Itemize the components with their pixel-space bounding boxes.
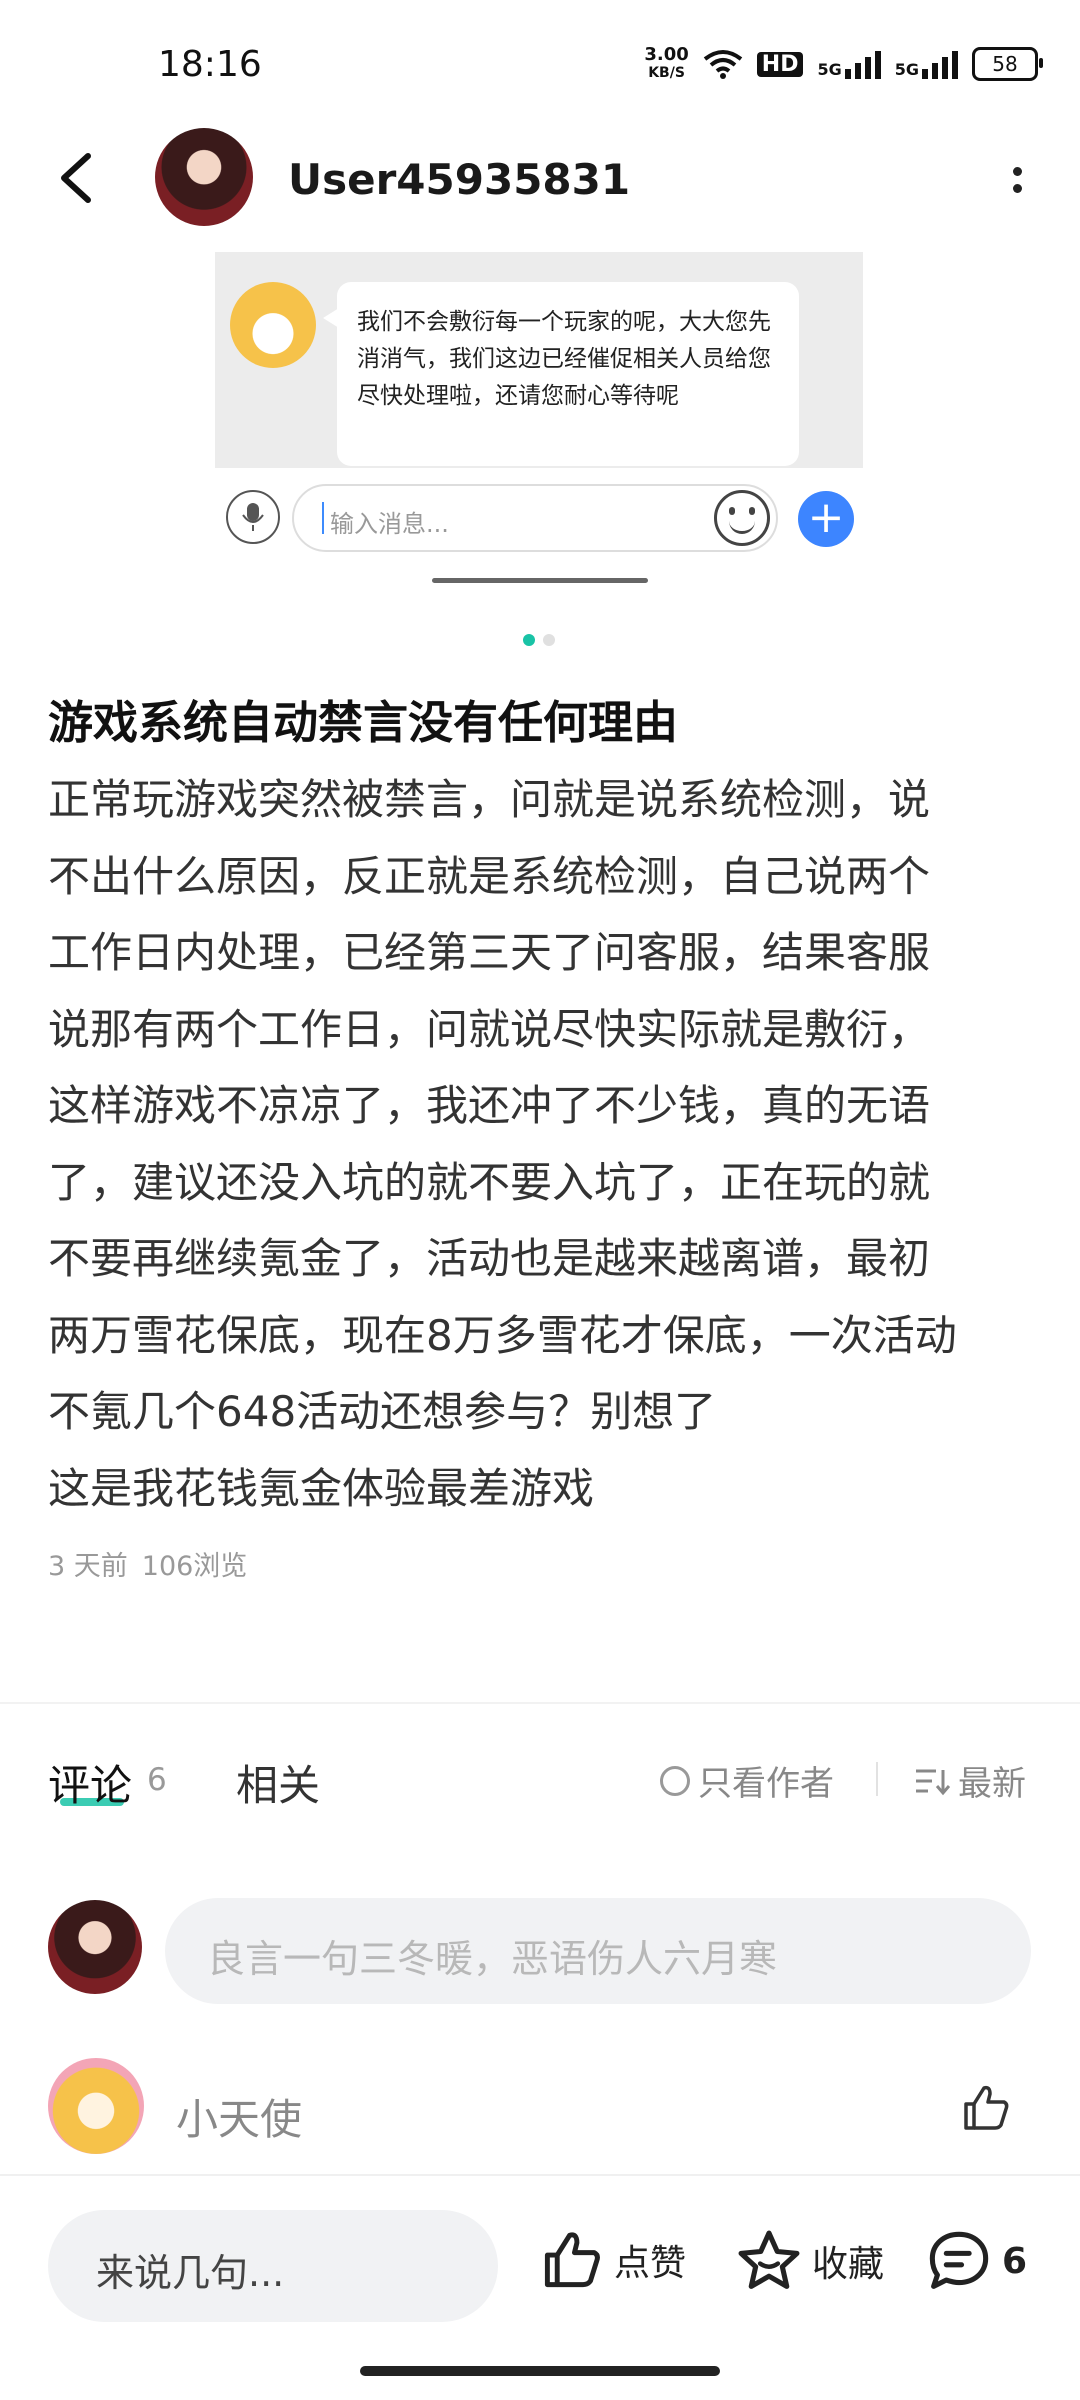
commenter-avatar[interactable] [48, 2058, 144, 2154]
battery-icon: 58 [972, 47, 1043, 81]
post-body-line: 这是我花钱氪金体验最差游戏 [48, 1463, 595, 1513]
microphone-icon [226, 490, 280, 544]
comment-input[interactable]: 良言一句三冬暖，恶语伤人六月寒 [165, 1898, 1031, 2004]
wifi-icon [703, 50, 743, 79]
signal-2-icon: 5G [895, 49, 958, 79]
image-message-input: 输入消息... [292, 484, 778, 552]
comment-count: 6 [1002, 2240, 1028, 2282]
sort-label: 最新 [958, 1764, 1026, 1804]
thumbs-up-icon [964, 2085, 1009, 2130]
signal-2-label: 5G [894, 60, 919, 79]
star-icon [738, 2230, 800, 2289]
more-dot-icon [1012, 167, 1022, 176]
author-only-toggle[interactable]: 只看作者 [660, 1756, 834, 1805]
quick-reply-input[interactable]: 来说几句... [48, 2210, 498, 2322]
network-speed-unit: KB/S [648, 65, 685, 81]
post-title: 游戏系统自动禁言没有任何理由 [48, 696, 679, 749]
carousel-dot [543, 634, 555, 646]
post-meta: 3 天前 106浏览 [48, 1544, 247, 1583]
section-divider [0, 1702, 1080, 1704]
hd-badge: HD [756, 51, 804, 77]
post-body: 正常玩游戏突然被禁言，问就是说系统检测，说 不出什么原因，反正就是系统检测，自己… [48, 762, 1038, 1527]
comments-count: 6 [147, 1762, 167, 1798]
sort-button[interactable]: 最新 [914, 1756, 1026, 1805]
signal-1-label: 5G [817, 60, 842, 79]
sort-icon [916, 1769, 950, 1795]
network-speed: 3.00 KB/S [644, 46, 688, 82]
post-body-line: 不氪几个648活动还想参与？别想了 [48, 1387, 717, 1436]
back-button[interactable] [50, 148, 110, 208]
commenter-name[interactable]: 小天使 [176, 2086, 302, 2147]
post-body-line: 说那有两个工作日，问就说尽快实际就是敷衍， [48, 1004, 931, 1054]
status-time: 18:16 [158, 44, 262, 85]
more-options-button[interactable] [1002, 150, 1032, 210]
carousel-dot-active [523, 634, 535, 646]
author-username[interactable]: User45935831 [288, 155, 630, 204]
thumbs-up-icon [544, 2232, 600, 2288]
bottom-bar-divider [0, 2174, 1080, 2176]
comment-bubble-icon [929, 2231, 989, 2289]
post-body-line: 两万雪花保底，现在8万多雪花才保底，一次活动 [48, 1310, 957, 1360]
tab-comments[interactable]: 评论 [48, 1752, 132, 1813]
comment-like-button[interactable] [960, 2082, 1012, 2134]
image-carousel-indicator [523, 634, 555, 646]
like-label: 点赞 [614, 2243, 687, 2284]
author-avatar[interactable] [155, 128, 253, 226]
battery-level: 58 [992, 52, 1018, 76]
post-time: 3 天前 [48, 1551, 128, 1582]
tab-related[interactable]: 相关 [236, 1752, 320, 1813]
signal-1-icon: 5G [817, 49, 881, 79]
network-speed-value: 3.00 [644, 44, 689, 65]
chevron-left-icon [61, 153, 91, 203]
emoji-icon [714, 490, 770, 546]
post-body-line: 不要再继续氪金了，活动也是越来越离谱，最初 [48, 1234, 931, 1283]
plus-icon: + [798, 491, 854, 547]
favorite-button[interactable]: 收藏 [736, 2228, 884, 2294]
more-dot-icon [1012, 184, 1022, 193]
like-button[interactable]: 点赞 [540, 2228, 686, 2292]
support-chat-bubble: 我们不会敷衍每一个玩家的呢，大大您先消消气，我们这边已经催促相关人员给您尽快处理… [323, 282, 799, 466]
current-user-avatar [48, 1900, 142, 1994]
support-avatar [230, 282, 316, 368]
image-home-indicator [432, 578, 648, 583]
favorite-label: 收藏 [812, 2244, 885, 2285]
radio-circle-icon [660, 1765, 690, 1796]
post-body-line: 不出什么原因，反正就是系统检测，自己说两个 [48, 851, 931, 901]
home-indicator [360, 2366, 720, 2376]
author-only-label: 只看作者 [698, 1764, 834, 1804]
status-icons: 3.00 KB/S HD 5G 5G 58 [644, 46, 1043, 82]
filter-divider [876, 1762, 878, 1796]
post-body-line: 这样游戏不凉凉了，我还冲了不少钱，真的无语 [48, 1081, 931, 1130]
post-body-line: 了，建议还没入坑的就不要入坑了，正在玩的就 [48, 1157, 931, 1207]
comments-button[interactable]: 6 [926, 2228, 1027, 2294]
post-views: 106浏览 [141, 1551, 248, 1582]
post-body-line: 正常玩游戏突然被禁言，问就是说系统检测，说 [48, 775, 931, 824]
post-body-line: 工作日内处理，已经第三天了问客服，结果客服 [48, 928, 931, 977]
